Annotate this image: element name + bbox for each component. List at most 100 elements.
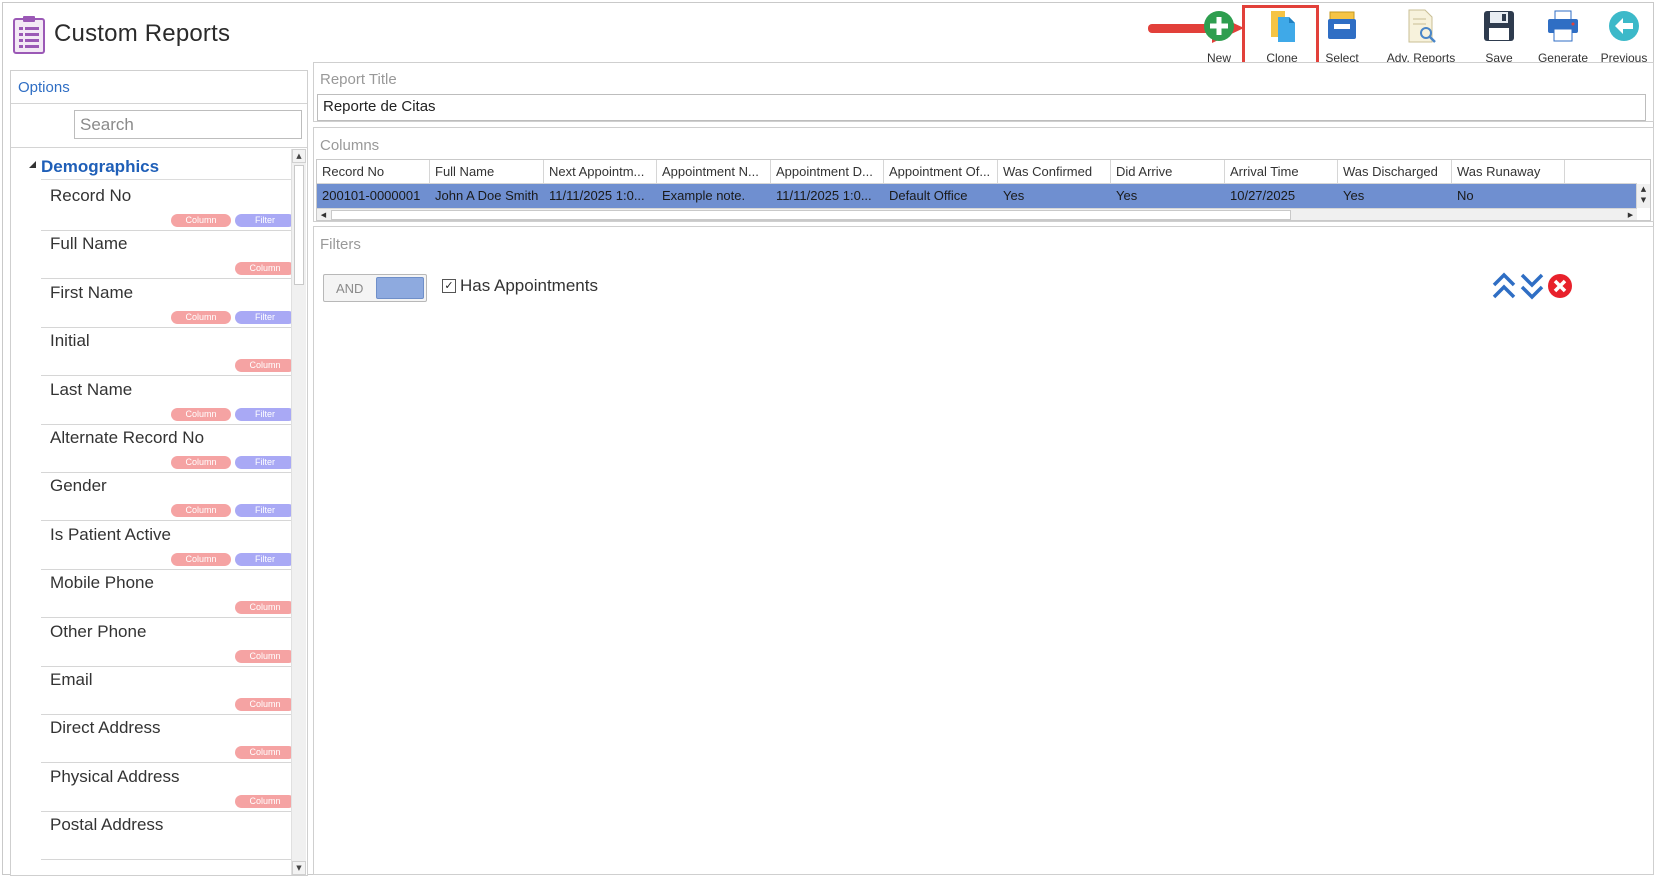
add-column-pill[interactable]: Column [235, 698, 295, 711]
option-field-label: Alternate Record No [50, 428, 205, 447]
options-scrollbar[interactable]: ▲ ▼ [291, 149, 306, 875]
option-field-item[interactable]: Other Phone Column [41, 616, 295, 667]
column-header[interactable]: Record No [317, 160, 430, 184]
option-field-item[interactable]: Physical Address Column [41, 761, 295, 812]
column-header[interactable]: Arrival Time [1225, 160, 1338, 184]
option-field-label: Email [50, 670, 93, 689]
option-field-label: Record No [50, 186, 132, 205]
add-column-pill[interactable]: Column [171, 552, 231, 566]
option-field-item[interactable]: Is Patient Active Column Filter [41, 519, 295, 570]
add-filter-pill[interactable]: Filter [235, 310, 295, 324]
search-input[interactable] [74, 110, 302, 139]
column-header[interactable]: Was Runaway [1452, 160, 1565, 184]
options-title: Options [18, 79, 70, 96]
scroll-right-icon[interactable]: ▶ [1624, 209, 1637, 220]
column-header[interactable]: Was Discharged [1338, 160, 1452, 184]
add-column-pill[interactable]: Column [235, 746, 295, 760]
table-cell: Example note. [662, 188, 746, 203]
option-field-label: Physical Address [50, 766, 180, 786]
toggle-label: AND [336, 281, 364, 296]
option-field-item[interactable]: Gender Column Filter [41, 470, 295, 522]
add-filter-pill[interactable]: Filter [235, 504, 295, 518]
previous-button[interactable]: Previous [1599, 9, 1649, 65]
option-field-item[interactable]: Direct Address Column [41, 712, 295, 764]
filters-label: Filters [320, 236, 361, 253]
column-header[interactable]: Appointment D... [771, 160, 884, 184]
add-filter-pill[interactable]: Filter [235, 407, 295, 421]
and-or-toggle[interactable]: AND [323, 274, 427, 302]
toggle-knob[interactable] [376, 277, 424, 299]
adv-reports-button[interactable]: Adv. Reports [1384, 9, 1458, 65]
add-column-pill[interactable]: Column [171, 407, 231, 421]
option-field-item[interactable]: Record No Column Filter [41, 180, 295, 231]
add-column-pill[interactable]: Column [171, 504, 231, 518]
table-cell: No [1457, 188, 1474, 203]
save-button[interactable]: Save [1479, 9, 1519, 65]
add-column-pill[interactable]: Column [171, 214, 231, 227]
has-appointments-checkbox[interactable]: ✓ [442, 279, 456, 293]
column-header[interactable]: Full Name [430, 160, 544, 184]
grid-row-spinner[interactable]: ▲ ▼ [1636, 184, 1650, 208]
move-up-icon[interactable] [1491, 272, 1517, 300]
table-cell: 11/11/2025 1:0... [549, 188, 645, 203]
filters-section: Filters AND ✓ Has Appointments [313, 226, 1654, 875]
column-header[interactable]: Appointment N... [657, 160, 771, 184]
column-header[interactable]: Did Arrive [1111, 160, 1225, 184]
column-header[interactable]: Appointment Of... [884, 160, 998, 184]
option-field-item[interactable]: Email Column [41, 664, 295, 715]
report-title-section: Report Title Reporte de Citas [313, 62, 1654, 122]
option-field-label: Direct Address [50, 718, 161, 738]
divider [11, 103, 307, 104]
scroll-left-icon[interactable]: ◀ [317, 209, 330, 220]
option-field-item[interactable]: First Name Column Filter [41, 277, 295, 328]
option-field-item[interactable]: Postal Address [41, 809, 295, 861]
scroll-thumb[interactable] [331, 210, 1291, 220]
column-header[interactable]: Was Confirmed [998, 160, 1111, 184]
columns-section: Columns Record No Full Name Next Appointm.… [313, 127, 1654, 222]
select-button[interactable]: Select [1321, 9, 1363, 65]
generate-button[interactable]: Generate [1534, 9, 1592, 65]
add-column-pill[interactable]: Column [235, 601, 295, 615]
options-tree: Demographics Record No Column Filter Full N… [11, 149, 297, 875]
option-field-label: Postal Address [50, 815, 164, 835]
select-tray-icon [1328, 11, 1356, 39]
add-filter-pill[interactable]: Filter [235, 552, 295, 566]
table-cell: Yes [1003, 188, 1025, 203]
add-column-pill[interactable]: Column [171, 456, 231, 469]
group-demographics[interactable]: Demographics [41, 157, 159, 177]
remove-filter-icon[interactable] [1547, 272, 1573, 300]
add-column-pill[interactable]: Column [235, 262, 295, 276]
add-column-pill[interactable]: Column [171, 310, 231, 324]
scroll-up-icon[interactable]: ▲ [292, 149, 306, 163]
option-field-item[interactable]: Mobile Phone Column [41, 567, 295, 619]
columns-grid: Record No Full Name Next Appointm... Appoin… [316, 159, 1651, 221]
table-cell: Yes [1343, 188, 1365, 203]
table-cell: Yes [1116, 188, 1138, 203]
report-title-input[interactable]: Reporte de Citas [317, 94, 1646, 121]
add-filter-pill[interactable]: Filter [235, 456, 295, 469]
option-field-item[interactable]: Full Name Column [41, 228, 295, 280]
add-column-pill[interactable]: Column [235, 794, 295, 808]
add-column-pill[interactable]: Column [235, 649, 295, 663]
add-column-pill[interactable]: Column [235, 359, 295, 373]
highlight-box [1242, 5, 1319, 69]
move-down-icon[interactable] [1519, 272, 1545, 300]
option-field-label: Last Name [50, 379, 133, 399]
option-field-label: First Name [50, 282, 134, 302]
report-title-label: Report Title [320, 71, 397, 88]
scroll-down-icon[interactable]: ▼ [292, 861, 306, 875]
option-field-item[interactable]: Initial Column [41, 325, 295, 377]
option-field-label: Is Patient Active [50, 524, 171, 544]
collapse-caret-icon[interactable] [29, 161, 37, 169]
column-header[interactable]: Next Appointm... [544, 160, 657, 184]
page-title: Custom Reports [54, 20, 231, 47]
app-window: Custom Reports New Clone Select Adv. Rep… [2, 2, 1654, 876]
add-filter-pill[interactable]: Filter [235, 214, 295, 227]
grid-hscrollbar[interactable]: ◀ ▶ [317, 208, 1637, 220]
option-field-item[interactable]: Alternate Record No Column Filter [41, 422, 295, 473]
scroll-thumb[interactable] [294, 165, 304, 285]
option-field-item[interactable]: Last Name Column Filter [41, 374, 295, 425]
new-button[interactable]: New [1201, 9, 1237, 65]
table-row[interactable]: 200101-0000001 John A Doe Smith 11/11/2025… [317, 184, 1637, 208]
table-cell: Default Office [889, 188, 968, 203]
